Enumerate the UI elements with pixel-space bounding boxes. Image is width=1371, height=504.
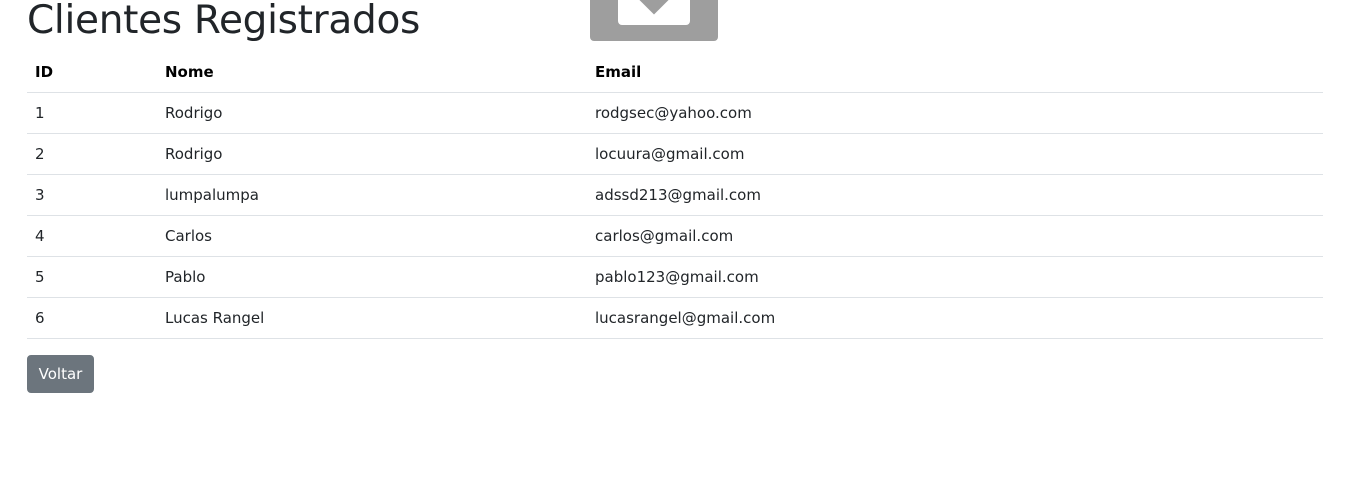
cell-id: 4 xyxy=(27,215,157,257)
cell-id: 6 xyxy=(27,297,157,339)
table-row: 1 Rodrigo rodgsec@yahoo.com xyxy=(27,92,1323,134)
cell-nome: Rodrigo xyxy=(157,133,587,175)
cell-email: lucasrangel@gmail.com xyxy=(587,297,1323,339)
broken-image-icon xyxy=(590,0,718,41)
cell-nome: Carlos xyxy=(157,215,587,257)
cell-nome: lumpalumpa xyxy=(157,174,587,216)
cell-email: adssd213@gmail.com xyxy=(587,174,1323,216)
cell-nome: Pablo xyxy=(157,256,587,298)
table-row: 6 Lucas Rangel lucasrangel@gmail.com xyxy=(27,297,1323,339)
cell-id: 2 xyxy=(27,133,157,175)
header-email: Email xyxy=(587,52,1323,93)
header-nome: Nome xyxy=(157,52,587,93)
cell-nome: Rodrigo xyxy=(157,92,587,134)
clients-table: ID Nome Email 1 Rodrigo rodgsec@yahoo.co… xyxy=(27,52,1323,339)
table-row: 5 Pablo pablo123@gmail.com xyxy=(27,256,1323,298)
page-title: Clientes Registrados xyxy=(27,0,421,43)
cell-email: pablo123@gmail.com xyxy=(587,256,1323,298)
table-row: 3 lumpalumpa adssd213@gmail.com xyxy=(27,174,1323,216)
cell-nome: Lucas Rangel xyxy=(157,297,587,339)
cell-id: 5 xyxy=(27,256,157,298)
table-header-row: ID Nome Email xyxy=(27,52,1323,93)
back-button[interactable]: Voltar xyxy=(27,355,94,393)
cell-id: 3 xyxy=(27,174,157,216)
cell-email: locuura@gmail.com xyxy=(587,133,1323,175)
header-id: ID xyxy=(27,52,157,93)
table-row: 2 Rodrigo locuura@gmail.com xyxy=(27,133,1323,175)
table-row: 4 Carlos carlos@gmail.com xyxy=(27,215,1323,257)
cell-id: 1 xyxy=(27,92,157,134)
cell-email: rodgsec@yahoo.com xyxy=(587,92,1323,134)
cell-email: carlos@gmail.com xyxy=(587,215,1323,257)
